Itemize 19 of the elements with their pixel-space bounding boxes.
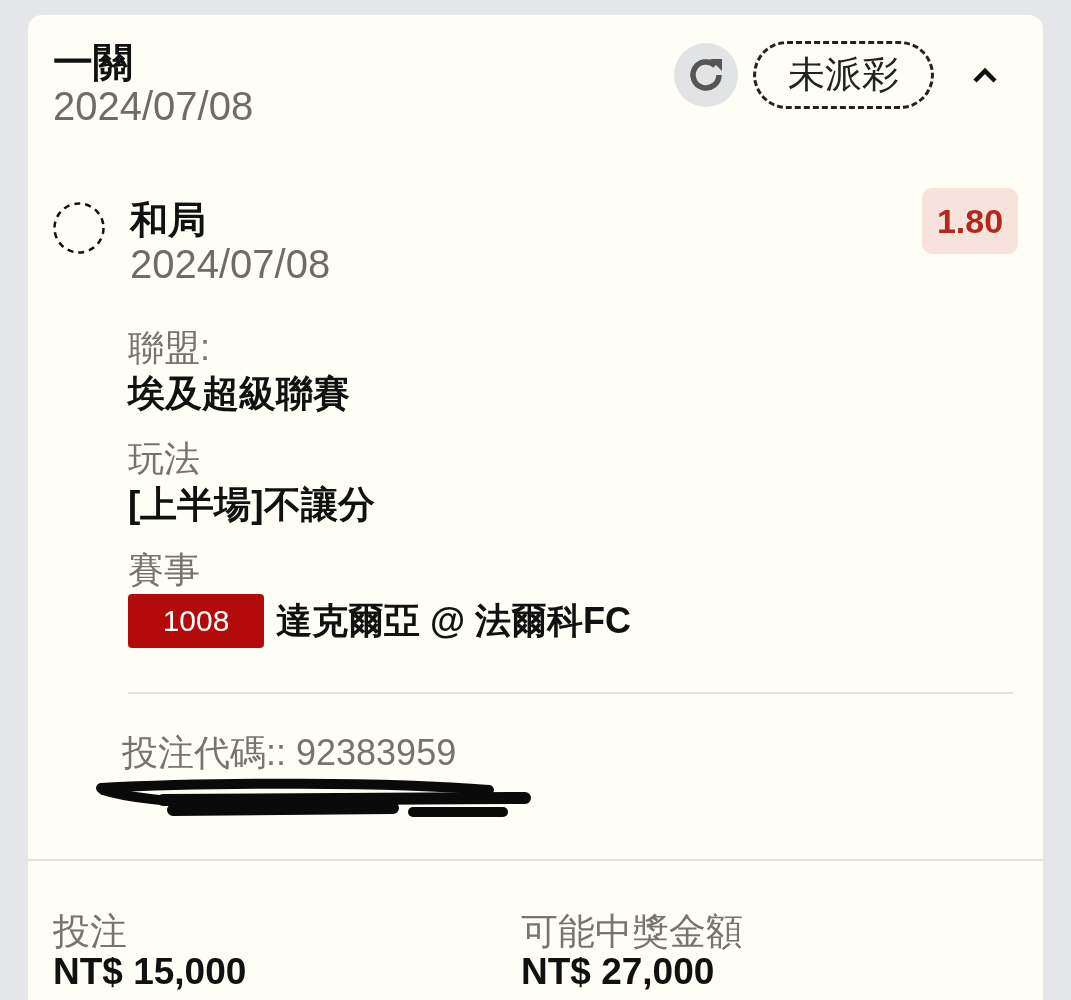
summary-label: 投注 [53, 912, 127, 952]
bet-type-title: 一關 [53, 39, 133, 85]
summary-label: 可能中獎金額 [521, 912, 743, 952]
selection-name: 和局 [130, 198, 206, 243]
caret-up-icon[interactable] [972, 67, 998, 83]
match-teams: 達克爾亞 @ 法爾科FC [276, 599, 632, 643]
summary-amount: NT$ 15,000 [53, 952, 247, 992]
bet-code: 投注代碼:: 92383959 [122, 731, 457, 775]
field-label: 賽事 [128, 548, 200, 592]
field-value: [上半場]不讓分 [128, 483, 375, 527]
odds-badge: 1.80 [922, 188, 1018, 254]
match-number-badge: 1008 [128, 594, 264, 648]
field-value: 埃及超級聯賽 [128, 372, 350, 416]
field-label: 聯盟: [128, 326, 210, 370]
bet-date: 2024/07/08 [53, 85, 254, 127]
selection-date: 2024/07/08 [130, 243, 331, 285]
field-label: 玩法 [128, 437, 200, 481]
status-badge: 未派彩 [753, 41, 934, 109]
summary-amount: NT$ 27,000 [521, 952, 715, 992]
